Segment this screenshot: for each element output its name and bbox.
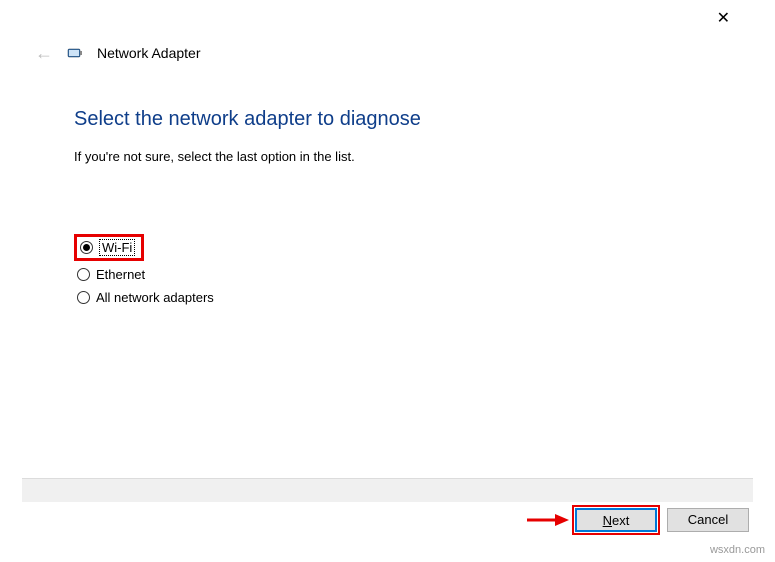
radio-wifi[interactable] <box>80 241 93 254</box>
button-bar: Next Cancel <box>22 508 753 532</box>
option-wifi-highlight: Wi-Fi <box>74 234 144 261</box>
close-icon[interactable]: ✕ <box>717 8 730 28</box>
footer: Next Cancel <box>22 478 753 532</box>
content-area: Select the network adapter to diagnose I… <box>74 108 715 307</box>
footer-separator <box>22 478 753 502</box>
option-all-adapters[interactable]: All network adapters <box>74 288 715 307</box>
watermark: wsxdn.com <box>710 544 765 556</box>
radio-all[interactable] <box>77 291 90 304</box>
option-ethernet-label: Ethernet <box>96 267 145 282</box>
network-adapter-icon <box>67 45 83 61</box>
window-title: Network Adapter <box>97 45 201 61</box>
next-button[interactable]: Next <box>575 508 657 532</box>
radio-ethernet[interactable] <box>77 268 90 281</box>
cancel-button[interactable]: Cancel <box>667 508 749 532</box>
page-heading: Select the network adapter to diagnose <box>74 108 715 131</box>
arrow-annotation-icon <box>525 512 569 528</box>
option-ethernet[interactable]: Ethernet <box>74 265 715 284</box>
option-wifi-label[interactable]: Wi-Fi <box>99 239 135 256</box>
header: ← Network Adapter <box>35 44 201 62</box>
option-all-label: All network adapters <box>96 290 214 305</box>
adapter-options: Wi-Fi Ethernet All network adapters <box>74 234 715 307</box>
page-subtext: If you're not sure, select the last opti… <box>74 149 715 164</box>
back-arrow-icon[interactable]: ← <box>35 44 53 62</box>
